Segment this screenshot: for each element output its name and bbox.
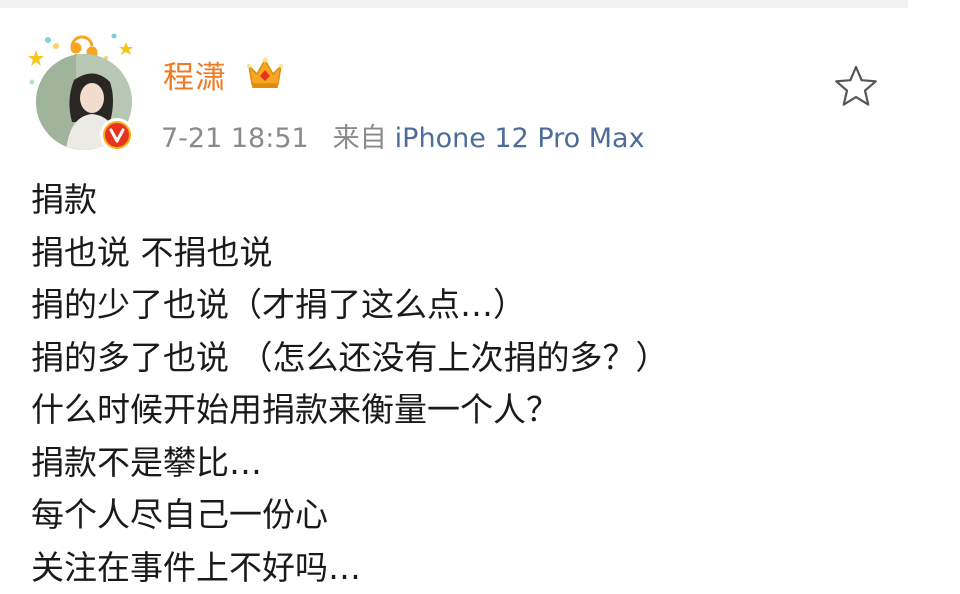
content-line: 捐款	[31, 174, 891, 227]
post-meta: 7-21 18:51 来自 iPhone 12 Pro Max	[161, 116, 645, 155]
verified-v-badge-icon	[100, 118, 134, 152]
weibo-post-card: 程潇 7-21 18:51 来自 iPhone 12 Pro Max 捐款 捐也说 …	[0, 8, 908, 583]
content-line: 什么时候开始用捐款来衡量一个人？	[31, 384, 891, 437]
content-line: 捐款不是攀比…	[31, 437, 891, 490]
content-line: 每个人尽自己一份心	[31, 489, 891, 542]
content-line: 捐也说 不捐也说	[31, 227, 891, 280]
source-label: 来自	[333, 123, 387, 154]
username[interactable]: 程潇	[163, 52, 227, 97]
content-line: 捐的少了也说（才捐了这么点…）	[31, 279, 891, 332]
content-line: 捐的多了也说 （怎么还没有上次捐的多？）	[31, 332, 891, 385]
content-line: 关注在事件上不好吗…	[31, 542, 891, 594]
post-timestamp: 7-21 18:51	[161, 123, 309, 154]
top-divider	[0, 0, 908, 8]
crown-icon[interactable]	[246, 56, 284, 90]
star-icon[interactable]	[834, 64, 878, 108]
right-margin	[908, 0, 960, 583]
post-content: 捐款 捐也说 不捐也说 捐的少了也说（才捐了这么点…） 捐的多了也说 （怎么还没…	[31, 174, 891, 594]
source-device-link[interactable]: iPhone 12 Pro Max	[395, 123, 645, 154]
avatar[interactable]	[26, 32, 138, 158]
